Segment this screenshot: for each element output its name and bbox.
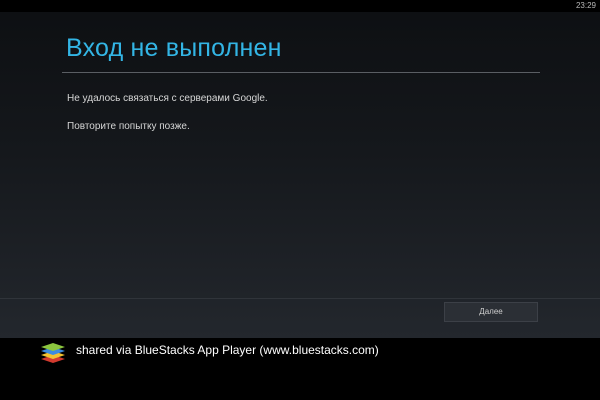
error-message: Не удалось связаться с серверами Google. (67, 93, 268, 104)
status-bar: 23:29 (0, 0, 600, 12)
page-title: Вход не выполнен (66, 34, 282, 62)
share-banner: shared via BlueStacks App Player (www.bl… (0, 338, 600, 400)
bluestacks-logo-icon (40, 341, 66, 363)
footer-divider (0, 298, 600, 299)
next-button[interactable]: Далее (444, 302, 538, 322)
banner-text: shared via BlueStacks App Player (www.bl… (76, 343, 379, 357)
status-time: 23:29 (575, 1, 596, 10)
android-screen: 23:29 Вход не выполнен Не удалось связат… (0, 0, 600, 338)
retry-message: Повторите попытку позже. (67, 121, 190, 132)
title-divider (62, 72, 540, 73)
